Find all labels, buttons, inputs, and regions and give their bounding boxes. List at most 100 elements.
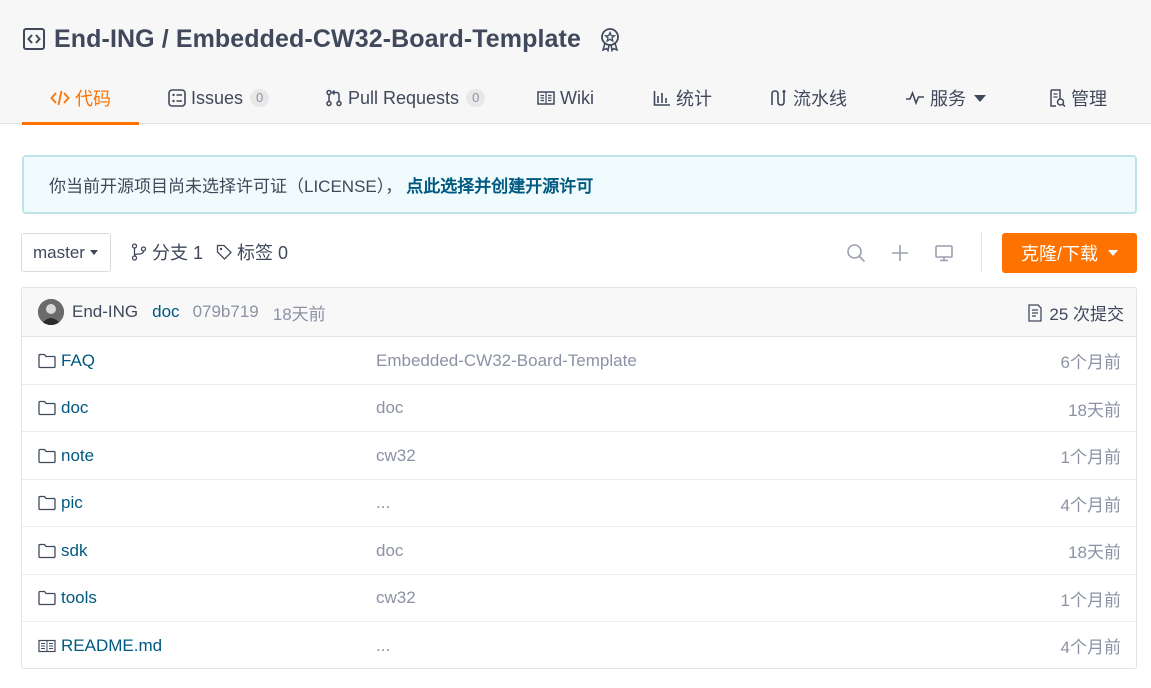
tag-icon — [216, 244, 232, 260]
branches-link[interactable]: 分支 1 — [131, 240, 203, 264]
license-notice-text: 你当前开源项目尚未选择许可证（LICENSE）， — [49, 177, 403, 196]
file-commit-time: 1个月前 — [1060, 590, 1121, 610]
file-rows: FAQ Embedded-CW32-Board-Template 6个月前 doc do… — [22, 337, 1136, 668]
table-row[interactable]: pic... 4个月前 — [22, 480, 1136, 527]
pull-requests-count-badge: 0 — [466, 89, 486, 107]
commit-count-link[interactable]: 25 次提交 — [1027, 288, 1124, 337]
chevron-down-icon — [974, 94, 986, 102]
file-commit-time: 1个月前 — [1060, 448, 1121, 467]
commit-author[interactable]: End-ING — [72, 302, 138, 322]
table-row[interactable]: sdk doc 18天前 — [22, 527, 1136, 575]
tab-stats[interactable]: 统计 — [653, 72, 712, 124]
file-name-link[interactable]: doc — [38, 385, 88, 432]
recommend-badge-icon[interactable] — [597, 26, 623, 52]
file-name-link[interactable]: pic — [38, 480, 83, 527]
commit-message[interactable]: doc — [152, 302, 179, 322]
file-commit-message[interactable]: ... — [376, 480, 390, 527]
tab-label: 管理 — [1071, 89, 1107, 109]
file-commit-message[interactable]: Embedded-CW32-Board-Template — [376, 337, 637, 384]
tags-label: 标签 0 — [237, 243, 289, 263]
code-icon — [50, 89, 70, 107]
table-row[interactable]: doc doc 18天前 — [22, 385, 1136, 432]
file-commit-message[interactable]: doc — [376, 527, 403, 574]
commit-count-label: 25 次提交 — [1049, 305, 1124, 324]
folder-icon — [38, 590, 56, 606]
commit-sha[interactable]: 079b719 — [193, 302, 259, 322]
commits-icon — [1027, 303, 1043, 322]
clone-download-label: 克隆/下载 — [1020, 244, 1098, 264]
folder-icon — [38, 353, 56, 369]
file-name-link[interactable]: tools — [38, 575, 97, 622]
file-name: tools — [61, 588, 97, 607]
repo-header: End-ING / Embedded-CW32-Board-Template 代… — [0, 0, 1151, 125]
file-name: pic — [61, 493, 83, 512]
web-ide-icon[interactable] — [933, 242, 955, 264]
latest-commit-row: End-ING doc 079b719 18天前 25 次提交 — [22, 288, 1136, 337]
tab-label: 服务 — [930, 89, 966, 109]
pipeline-icon — [770, 89, 788, 107]
tab-pipeline[interactable]: 流水线 — [770, 72, 847, 124]
stats-icon — [653, 90, 671, 106]
wiki-icon — [537, 90, 555, 106]
file-commit-message[interactable]: ... — [376, 622, 390, 668]
file-commit-message[interactable]: cw32 — [376, 575, 416, 622]
tab-label: 代码 — [75, 89, 111, 109]
file-name-link[interactable]: note — [38, 432, 94, 479]
avatar[interactable] — [38, 299, 64, 325]
folder-icon — [38, 495, 56, 511]
tab-label: Wiki — [560, 87, 594, 108]
file-commit-time: 18天前 — [1068, 400, 1121, 420]
service-icon — [905, 91, 925, 105]
branch-icon — [131, 243, 147, 261]
file-commit-time: 18天前 — [1068, 543, 1121, 562]
tab-service[interactable]: 服务 — [905, 72, 986, 124]
manage-icon — [1048, 89, 1066, 107]
commit-time: 18天前 — [272, 304, 326, 324]
clone-download-button[interactable]: 克隆/下载 — [1002, 233, 1137, 273]
file-name-link[interactable]: README.md — [38, 622, 163, 668]
issues-count-badge: 0 — [250, 89, 270, 107]
branches-label: 分支 1 — [152, 243, 204, 263]
file-name: README.md — [61, 635, 163, 655]
tab-issues[interactable]: Issues 0 — [168, 72, 270, 124]
pull-request-icon — [325, 89, 343, 107]
add-file-icon[interactable] — [889, 242, 911, 264]
tab-wiki[interactable]: Wiki — [537, 72, 594, 124]
repo-title[interactable]: End-ING / Embedded-CW32-Board-Template — [54, 25, 581, 54]
file-list: End-ING doc 079b719 18天前 25 次提交 FAQ Embed… — [21, 287, 1137, 669]
branch-select[interactable]: master — [21, 233, 111, 272]
file-name: note — [61, 445, 95, 465]
file-name-link[interactable]: sdk — [38, 527, 87, 574]
search-icon[interactable] — [845, 242, 867, 264]
tab-label: 流水线 — [793, 89, 847, 109]
file-name: sdk — [61, 540, 88, 560]
folder-icon — [38, 400, 56, 416]
create-license-link[interactable]: 点此选择并创建开源许可 — [406, 172, 593, 197]
file-name-link[interactable]: FAQ — [38, 337, 95, 384]
file-commit-message[interactable]: cw32 — [376, 432, 416, 479]
chevron-down-icon — [1108, 250, 1118, 256]
folder-icon — [38, 448, 56, 464]
repo-code-icon — [22, 27, 46, 51]
tab-pull-requests[interactable]: Pull Requests 0 — [325, 72, 486, 124]
tab-label: Issues — [191, 87, 244, 108]
table-row[interactable]: tools cw32 1个月前 — [22, 575, 1136, 622]
tab-label: 统计 — [676, 89, 712, 109]
branch-select-value: master — [33, 242, 85, 262]
file-commit-time: 4个月前 — [1060, 638, 1121, 657]
issues-icon — [168, 89, 186, 107]
tab-code[interactable]: 代码 — [22, 72, 139, 125]
file-commit-time: 6个月前 — [1060, 353, 1121, 372]
tags-link[interactable]: 标签 0 — [216, 240, 288, 264]
toolbar-divider — [981, 233, 982, 273]
repo-title-row: End-ING / Embedded-CW32-Board-Template — [22, 22, 623, 56]
table-row[interactable]: FAQ Embedded-CW32-Board-Template 6个月前 — [22, 337, 1136, 385]
table-row[interactable]: note cw32 1个月前 — [22, 432, 1136, 480]
file-commit-message[interactable]: doc — [376, 385, 403, 432]
tab-manage[interactable]: 管理 — [1048, 72, 1107, 124]
table-row[interactable]: README.md... 4个月前 — [22, 622, 1136, 668]
file-name: FAQ — [61, 350, 96, 370]
file-name: doc — [61, 398, 89, 417]
chevron-down-icon — [89, 250, 98, 255]
license-notice: 你当前开源项目尚未选择许可证（LICENSE）， 点此选择并创建开源许可 — [22, 155, 1137, 214]
